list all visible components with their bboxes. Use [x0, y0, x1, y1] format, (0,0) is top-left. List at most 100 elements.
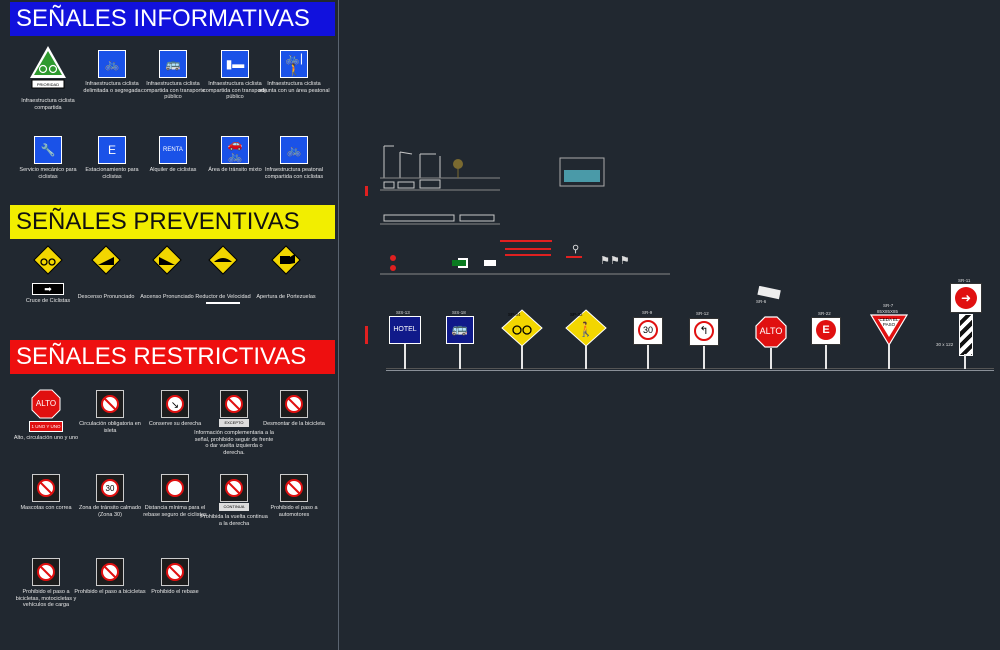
wrench-bike-icon: 🔧: [40, 143, 56, 157]
bike-parking-icon: E: [107, 143, 116, 157]
sign-code: SP-34: [508, 312, 521, 317]
caption: Apertura de Portezuelas: [256, 294, 316, 300]
sign-rest-13: Prohibido el rebase: [139, 558, 211, 596]
sign-info-5: 🚲|🚶 Infraestructura ciclista adjunta con…: [258, 50, 330, 94]
caption: Infraestructura ciclista compartida: [21, 98, 75, 111]
sign-rest-5: Desmontar de la bicicleta: [258, 390, 330, 428]
sign-code: SR-9: [642, 310, 653, 315]
cad-elevation-sketches: ⚲ ⚑⚑⚑: [380, 145, 670, 275]
caption: Circulación obligatoria en isleta: [79, 421, 141, 434]
pedestrian-bike-icon: 🚲: [286, 143, 302, 157]
caption: Reductor de Velocidad: [195, 294, 251, 300]
svg-text:30: 30: [106, 484, 115, 493]
road-baseline-2: [386, 368, 994, 369]
caption: Mascotas con correa: [20, 505, 72, 511]
sign-code: SR-22: [818, 311, 831, 316]
sign-code: SR-7: [883, 303, 894, 308]
sign-code: SR-12: [696, 311, 709, 316]
sign-rest-6: Mascotas con correa: [10, 474, 82, 512]
restrictivas-banner: SEÑALES RESTRICTIVAS: [10, 340, 335, 374]
sign-note: 30 x 122: [936, 342, 954, 347]
sign-rest-11: Prohibido el paso a bicicletas, motocicl…: [10, 558, 82, 609]
sign-rest-10: Prohibido el paso a automotores: [258, 474, 330, 518]
sign-prev-4: Reductor de Velocidad: [187, 245, 259, 304]
no-cars-icon: [285, 479, 303, 497]
sign-info-10: 🚲 Infraestructura peatonal compartida co…: [258, 136, 330, 180]
caption: Desmontar de la bicicleta: [263, 421, 325, 427]
sign-code: SIS-13: [396, 310, 410, 315]
plate-uno-y-uno: 1 UNO Y UNO: [29, 421, 63, 432]
bicycle-icon: [501, 309, 543, 347]
signage-legend-panel: SEÑALES INFORMATIVAS SEÑALES PREVENTIVAS…: [0, 0, 339, 650]
sign-post: [459, 344, 461, 369]
arrow-right-icon: ➡: [32, 283, 64, 295]
svg-text:↘: ↘: [171, 400, 179, 411]
no-parking-icon: E: [811, 317, 841, 345]
caption: Alto, circulación uno y uno: [13, 435, 79, 441]
svg-text:⚲: ⚲: [572, 244, 579, 255]
preventivas-banner: SEÑALES PREVENTIVAS: [10, 205, 335, 239]
sign-rest-12: Prohibido el paso a bicicletas: [74, 558, 146, 596]
dismount-icon: [285, 395, 303, 413]
zone-30-icon: 30: [101, 479, 119, 497]
mixed-traffic-icon: 🚗🚲: [227, 137, 243, 163]
bus-lane-icon: ▮▬: [225, 57, 245, 71]
stop-label: ALTO: [35, 399, 57, 408]
caption: Prohibido el paso a automotores: [270, 505, 318, 518]
descent-icon: [91, 245, 121, 275]
sign-post: [703, 346, 705, 369]
mandatory-icon: [101, 395, 119, 413]
pet-leash-icon: [37, 479, 55, 497]
bicycle-icon: 🚲: [104, 57, 120, 71]
sign-post: [647, 345, 649, 369]
hotel-icon: HOTEL: [389, 316, 421, 344]
no-left-turn-icon: ↰: [689, 318, 719, 346]
svg-text:🚶: 🚶: [577, 321, 594, 338]
car-door-icon: [271, 245, 301, 275]
no-right-turn-icon: [225, 479, 243, 497]
caption: Prohibido el paso a bicicletas: [74, 589, 146, 595]
speed-bump-icon: [208, 245, 238, 275]
underline: [206, 301, 240, 304]
hazard-marker-icon: [959, 314, 973, 356]
speed-limit-icon: 30: [633, 317, 663, 345]
caption: Prohibido el paso a bicicletas, motocicl…: [15, 589, 77, 609]
sign-rest-7: 30 Zona de tránsito calmado (Zona 30): [74, 474, 146, 518]
plate-excepto: EXCEPTO: [219, 419, 249, 427]
sign-rest-2: Circulación obligatoria en isleta: [74, 390, 146, 434]
no-turn-icon: [225, 395, 243, 413]
caption: Infraestructura peatonal compartida con …: [264, 167, 324, 180]
no-bikes-icon: [101, 563, 119, 581]
bus-bicycle-icon: 🚌: [165, 57, 181, 71]
bicycle-icon: [33, 245, 63, 275]
caption: Infraestructura ciclista adjunta con un …: [258, 81, 330, 94]
sign-post: [825, 345, 827, 369]
plate-continua: CONTINUA: [219, 503, 249, 511]
level-marker: [365, 186, 368, 196]
tilted-plate-icon: [757, 286, 781, 300]
sign-post: [770, 348, 772, 369]
sign-post: [585, 346, 587, 369]
svg-text:⚑⚑⚑: ⚑⚑⚑: [600, 254, 630, 267]
informativas-banner: SEÑALES INFORMATIVAS: [10, 2, 335, 36]
caption: Prohibido el rebase: [151, 589, 199, 595]
cad-drawing-area: ⚲ ⚑⚑⚑ SIS-13 HOTEL SIS-18 🚌 SP-34 🚶 SP-3…: [340, 0, 1000, 650]
caption: Zona de tránsito calmado (Zona 30): [78, 505, 142, 518]
no-overtake-icon: [166, 563, 184, 581]
sign-info-1: PRIORIDAD Infraestructura ciclista compa…: [12, 44, 84, 111]
bus-icon: 🚌: [446, 316, 474, 344]
sign-code: SIS-18: [452, 310, 466, 315]
keep-right-icon: ↘: [166, 395, 184, 413]
sign-post: [888, 345, 890, 369]
min-distance-icon: [166, 479, 184, 497]
level-marker: [365, 326, 368, 344]
road-baseline: [386, 370, 994, 371]
arrow-right-icon: ➜: [950, 283, 982, 313]
no-vehicles-icon: [37, 563, 55, 581]
sign-post: [521, 346, 523, 369]
bike-pedestrian-icon: 🚲|🚶: [284, 51, 304, 77]
stop-label: ALTO: [759, 326, 783, 336]
yield-label: CEDA EL PASO: [879, 317, 899, 327]
sign-prev-5: Apertura de Portezuelas: [250, 245, 322, 301]
caption: Servicio mecánico para ciclistas: [19, 167, 77, 180]
